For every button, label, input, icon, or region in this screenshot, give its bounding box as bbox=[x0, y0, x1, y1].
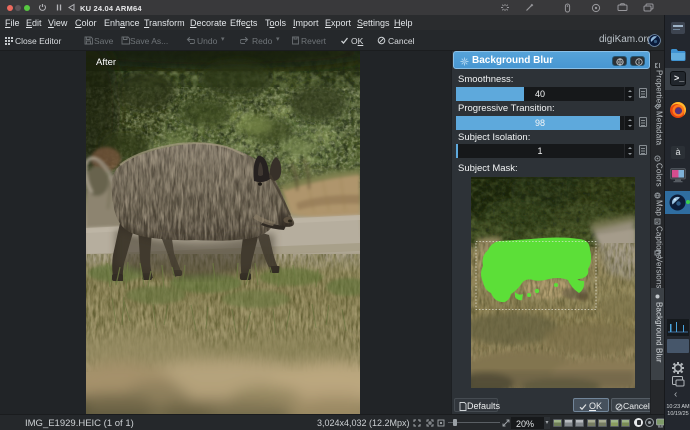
svg-text:After: After bbox=[96, 57, 116, 68]
